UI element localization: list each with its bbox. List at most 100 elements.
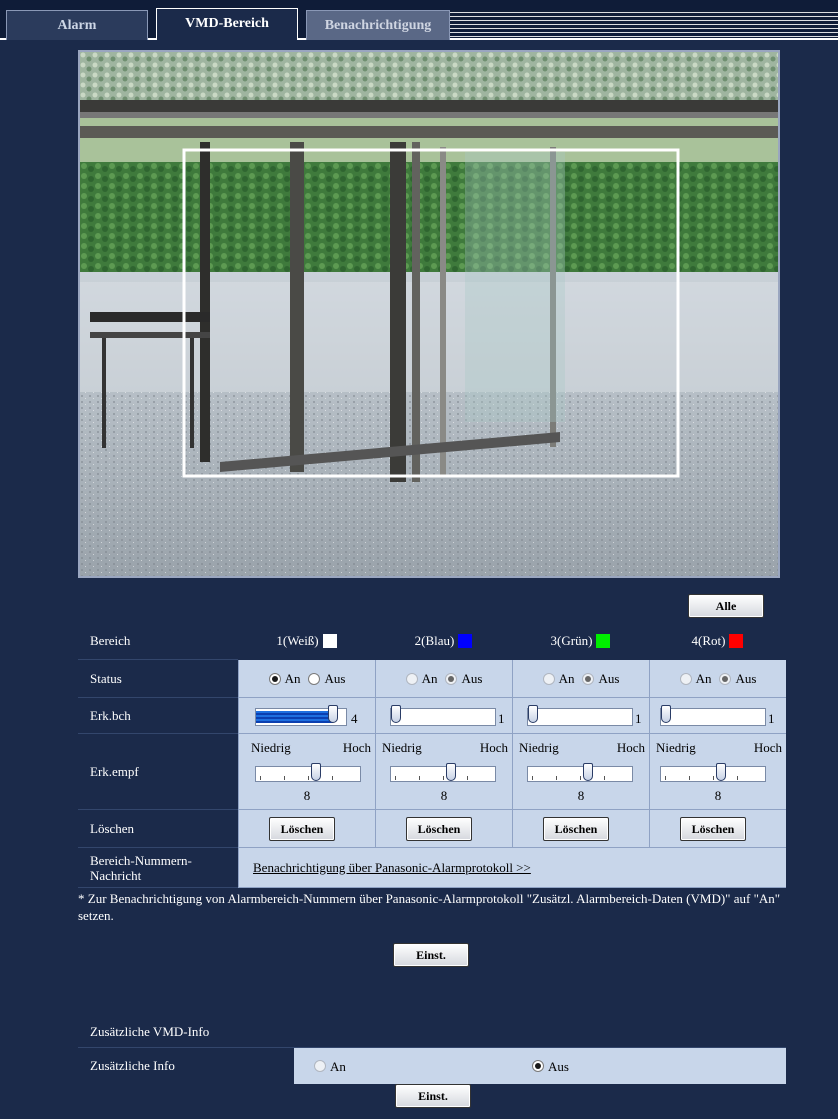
- area-2-detect-cell: 1: [375, 698, 512, 734]
- area-2-sensitivity-slider[interactable]: [390, 763, 496, 782]
- notification-protocol-link[interactable]: Benachrichtigung über Panasonic-Alarmpro…: [253, 860, 531, 876]
- area-1-status-off-radio[interactable]: [308, 672, 321, 685]
- extra-info-options: An Aus: [294, 1048, 786, 1084]
- area-3-sensitivity-high-label: Hoch: [616, 740, 645, 755]
- area-2-detect-value: 1: [498, 711, 505, 726]
- area-4-sensitivity-thumb[interactable]: [716, 763, 727, 781]
- area-number-message-row: Bereich-Nummern-Nachricht Benachrichtigu…: [78, 848, 786, 888]
- area-4-detect-slider-thumb[interactable]: [661, 705, 671, 723]
- extra-info-on-option: An: [314, 1059, 346, 1075]
- delete-row-label: Löschen: [78, 810, 238, 848]
- area-1-header: 1(Weiß): [238, 622, 375, 660]
- tab-alarm[interactable]: Alarm: [6, 10, 148, 40]
- area-1-detect-slider-thumb[interactable]: [327, 705, 338, 723]
- area-3-sensitivity-slider[interactable]: [527, 763, 633, 782]
- area-3-sensitivity-ticks: [532, 776, 628, 780]
- area-3-detect-slider-thumb[interactable]: [528, 705, 538, 723]
- area-4-detect-value: 1: [768, 711, 775, 726]
- area-1-detect-slider[interactable]: [255, 705, 347, 726]
- tab-vmd-area[interactable]: VMD-Bereich: [156, 8, 298, 40]
- area-4-sensitivity-ticks: [665, 776, 761, 780]
- sensitivity-row: Erk.empf Niedrig Hoch 8 Niedrig Hoch 8 N…: [78, 734, 786, 810]
- area-3-sensitivity-value: 8: [577, 788, 585, 803]
- area-1-detect-cell: 4: [238, 698, 375, 734]
- area-3-status-on-radio[interactable]: [542, 672, 555, 685]
- area-1-sensitivity-thumb[interactable]: [311, 763, 322, 781]
- area-3-sensitivity-thumb[interactable]: [583, 763, 594, 781]
- area-2-sensitivity-value: 8: [440, 788, 448, 803]
- area-4-status-off-radio[interactable]: [719, 672, 732, 685]
- sensitivity-row-label: Erk.empf: [78, 734, 238, 810]
- detection-area-row-label: Erk.bch: [78, 698, 238, 734]
- area-1-sensitivity-value: 8: [303, 788, 311, 803]
- set-button-area[interactable]: Einst.: [393, 943, 469, 967]
- tab-notification[interactable]: Benachrichtigung: [306, 10, 450, 40]
- all-row: Alle: [78, 588, 786, 622]
- delete-row: Löschen Löschen Löschen Löschen Löschen: [78, 810, 786, 848]
- area-3-status-off-radio[interactable]: [582, 672, 595, 685]
- extra-info-on-label: An: [330, 1059, 346, 1074]
- area-3-detect-cell: 1: [512, 698, 649, 734]
- area-4-color-swatch: [729, 634, 744, 648]
- area-2-status-cell: An Aus: [375, 660, 512, 698]
- area-2-status-off-label: Aus: [461, 670, 483, 686]
- area-3-detect-slider[interactable]: [527, 705, 633, 726]
- extra-info-row: Zusätzliche Info An Aus: [78, 1048, 786, 1084]
- area-3-sensitivity-cell: Niedrig Hoch 8: [512, 734, 649, 810]
- area-1-color-swatch: [322, 634, 337, 648]
- area-1-sensitivity-ticks: [260, 776, 356, 780]
- area-1-sensitivity-low-label: Niedrig: [251, 740, 291, 755]
- area-4-sensitivity-cell: Niedrig Hoch 8: [649, 734, 786, 810]
- area-2-detect-slider-thumb[interactable]: [391, 705, 401, 723]
- area-3-status-off-label: Aus: [598, 670, 620, 686]
- area-3-status-cell: An Aus: [512, 660, 649, 698]
- area-1-detect-value: 4: [351, 711, 358, 726]
- extra-info-section-title: Zusätzliche VMD-Info: [78, 1016, 786, 1048]
- area-1-status-on-radio[interactable]: [268, 672, 281, 685]
- extra-info-off-radio[interactable]: [532, 1060, 544, 1072]
- area-1-status-on-label: An: [284, 670, 301, 686]
- area-1-detect-slider-fill: [256, 711, 333, 723]
- area-1-sensitivity-slider[interactable]: [255, 763, 361, 782]
- area-2-sensitivity-ticks: [395, 776, 491, 780]
- camera-preview[interactable]: [78, 50, 780, 578]
- area-2-sensitivity-low-label: Niedrig: [382, 740, 422, 755]
- area-4-delete-button[interactable]: Löschen: [680, 817, 746, 841]
- area-2-sensitivity-thumb[interactable]: [446, 763, 457, 781]
- area-4-status-cell: An Aus: [649, 660, 786, 698]
- area-4-status-on-label: An: [695, 670, 712, 686]
- area-3-delete-button[interactable]: Löschen: [543, 817, 609, 841]
- area-2-sensitivity-high-label: Hoch: [479, 740, 508, 755]
- area-2-status-on-radio[interactable]: [405, 672, 418, 685]
- area-4-status-on-radio[interactable]: [679, 672, 692, 685]
- area-number-message-label: Bereich-Nummern-Nachricht: [78, 848, 238, 888]
- footnote: * Zur Benachrichtigung von Alarmbereich-…: [78, 891, 781, 923]
- area-3-detect-value: 1: [635, 711, 642, 726]
- area-2-header: 2(Blau): [375, 622, 512, 660]
- status-row: Status An Aus An Aus An Aus An Aus: [78, 660, 786, 698]
- area-row-label: Bereich: [78, 622, 238, 660]
- status-row-label: Status: [78, 660, 238, 698]
- area-1-sensitivity-high-label: Hoch: [342, 740, 371, 755]
- area-1-status-cell: An Aus: [238, 660, 375, 698]
- set-button-extra-info[interactable]: Einst.: [395, 1084, 471, 1108]
- select-all-button[interactable]: Alle: [688, 594, 764, 618]
- tab-bar: Alarm VMD-Bereich Benachrichtigung: [0, 0, 838, 40]
- area-3-status-on-label: An: [558, 670, 575, 686]
- area-4-detect-cell: 1: [649, 698, 786, 734]
- area-1-sensitivity-cell: Niedrig Hoch 8: [238, 734, 375, 810]
- area-4-delete-cell: Löschen: [649, 810, 786, 848]
- area-2-delete-button[interactable]: Löschen: [406, 817, 472, 841]
- area-4-sensitivity-slider[interactable]: [660, 763, 766, 782]
- area-4-sensitivity-high-label: Hoch: [753, 740, 782, 755]
- area-2-detect-slider[interactable]: [390, 705, 496, 726]
- area-1-status-off-label: Aus: [324, 670, 346, 686]
- extra-info-on-radio[interactable]: [314, 1060, 326, 1072]
- area-header-row: Bereich 1(Weiß) 2(Blau) 3(Grün) 4(Rot): [78, 622, 786, 660]
- area-2-status-on-label: An: [421, 670, 438, 686]
- detection-area-row: Erk.bch 4 1 1 1: [78, 698, 786, 734]
- area-2-status-off-radio[interactable]: [445, 672, 458, 685]
- area-4-sensitivity-value: 8: [714, 788, 722, 803]
- area-1-delete-button[interactable]: Löschen: [269, 817, 335, 841]
- area-4-detect-slider[interactable]: [660, 705, 766, 726]
